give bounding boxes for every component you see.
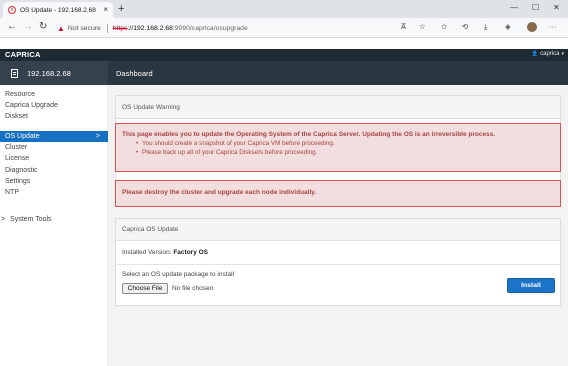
url-path: :9090/caprica/osupgrade	[172, 24, 248, 32]
install-button[interactable]: Install	[507, 278, 555, 293]
url-field[interactable]: ▲ Not secure https ://192.168.2.68 :9090…	[57, 21, 517, 35]
sidebar-item-resource[interactable]: Resource	[5, 91, 35, 101]
chevron-down-icon: ▾	[561, 51, 564, 57]
cluster-alert-message: Please destroy the cluster and upgrade e…	[122, 189, 317, 196]
host-address: 192.168.2.68	[27, 68, 71, 78]
forward-icon[interactable]: →	[23, 21, 33, 32]
user-icon: 👤	[531, 51, 539, 57]
installed-version-label: Installed Version:	[122, 249, 172, 256]
back-icon[interactable]: ←	[7, 21, 17, 32]
user-menu[interactable]: 👤 caprica ▾	[532, 51, 564, 57]
no-file-chosen-text: No file chosen	[172, 285, 214, 292]
close-window-icon[interactable]: ✕	[553, 3, 560, 12]
sidebar-item-label: System Tools	[10, 216, 52, 223]
address-bar: ← → ↻ ▲ Not secure https ://192.168.2.68…	[0, 18, 568, 38]
browser-tab[interactable]: x OS Update - 192.168.2.68 ×	[3, 2, 113, 18]
warning-bullet: Please back up all of your Caprica Disks…	[122, 149, 554, 156]
sidebar-item-license[interactable]: License	[5, 155, 29, 165]
reload-icon[interactable]: ↻	[39, 21, 47, 32]
server-icon	[11, 68, 18, 78]
main-content: OS Update Warning This page enables you …	[108, 85, 568, 366]
tab-close-icon[interactable]: ×	[103, 5, 108, 14]
panel-heading: Caprica OS Update	[116, 219, 560, 241]
sidebar-item-cluster[interactable]: Cluster	[5, 144, 27, 154]
extensions-icon[interactable]: ◈	[505, 22, 511, 31]
chevron-right-icon: >	[1, 216, 6, 223]
sidebar-item-caprica-upgrade[interactable]: Caprica Upgrade	[5, 102, 58, 112]
url-scheme: https	[112, 24, 128, 32]
tab-title: OS Update - 192.168.2.68	[20, 6, 96, 14]
minimize-icon[interactable]: —	[510, 3, 518, 12]
installed-version-value: Factory OS	[173, 249, 209, 256]
sidebar-item-label: OS Update	[5, 133, 40, 140]
cluster-alert: Please destroy the cluster and upgrade e…	[115, 180, 561, 207]
downloads-icon[interactable]: ⤓	[484, 22, 487, 32]
row-divider	[116, 264, 560, 265]
user-name: caprica	[540, 51, 560, 57]
warning-message: This page enables you to update the Oper…	[122, 131, 496, 138]
choose-file-button[interactable]: Choose File	[122, 283, 168, 294]
maximize-icon[interactable]: ☐	[532, 3, 539, 12]
os-update-warning-alert: This page enables you to update the Oper…	[115, 123, 561, 172]
chevron-right-icon: >	[95, 133, 100, 140]
dashboard-link[interactable]: Dashboard	[116, 69, 153, 78]
sidebar: Resource Caprica Upgrade Diskset OS Upda…	[0, 85, 108, 366]
read-aloud-icon[interactable]: A̅	[401, 22, 406, 31]
more-menu-icon[interactable]: ···	[549, 22, 557, 31]
sidebar-item-diskset[interactable]: Diskset	[5, 113, 28, 123]
brand-logo[interactable]: CAPRICA	[5, 50, 41, 59]
profile-avatar[interactable]	[527, 22, 537, 32]
panel-heading: OS Update Warning	[116, 96, 560, 119]
installed-version: Installed Version: Factory OS	[122, 249, 208, 256]
sidebar-item-diagnostic[interactable]: Diagnostic	[5, 167, 38, 177]
tab-favicon-icon: x	[8, 6, 16, 14]
url-divider	[106, 23, 108, 33]
dashboard-bar: Dashboard	[108, 61, 568, 85]
sidebar-item-ntp[interactable]: NTP	[5, 189, 19, 199]
warning-bullet: You should create a snapshot of your Cap…	[122, 140, 554, 147]
sidebar-item-os-update[interactable]: OS Update >	[0, 131, 108, 142]
sidebar-item-settings[interactable]: Settings	[5, 178, 30, 188]
favorites-icon[interactable]: ✩	[441, 22, 447, 31]
sidebar-item-system-tools[interactable]: > System Tools	[1, 216, 52, 226]
os-update-panel: Caprica OS Update Installed Version: Fac…	[115, 218, 561, 306]
select-package-label: Select an OS update package to install	[122, 271, 235, 278]
warning-icon[interactable]: ▲	[57, 24, 65, 33]
not-secure-label[interactable]: Not secure	[68, 25, 101, 32]
browser-tab-strip: x OS Update - 192.168.2.68 × + — ☐ ✕	[0, 0, 568, 18]
new-tab-button[interactable]: +	[118, 2, 124, 16]
url-host: ://192.168.2.68	[127, 24, 173, 32]
host-selector[interactable]: 192.168.2.68	[0, 61, 108, 85]
history-icon[interactable]: ⟲	[462, 22, 468, 31]
app-header: CAPRICA 👤 caprica ▾	[0, 49, 568, 61]
add-favorite-icon[interactable]: ☆	[419, 22, 426, 31]
